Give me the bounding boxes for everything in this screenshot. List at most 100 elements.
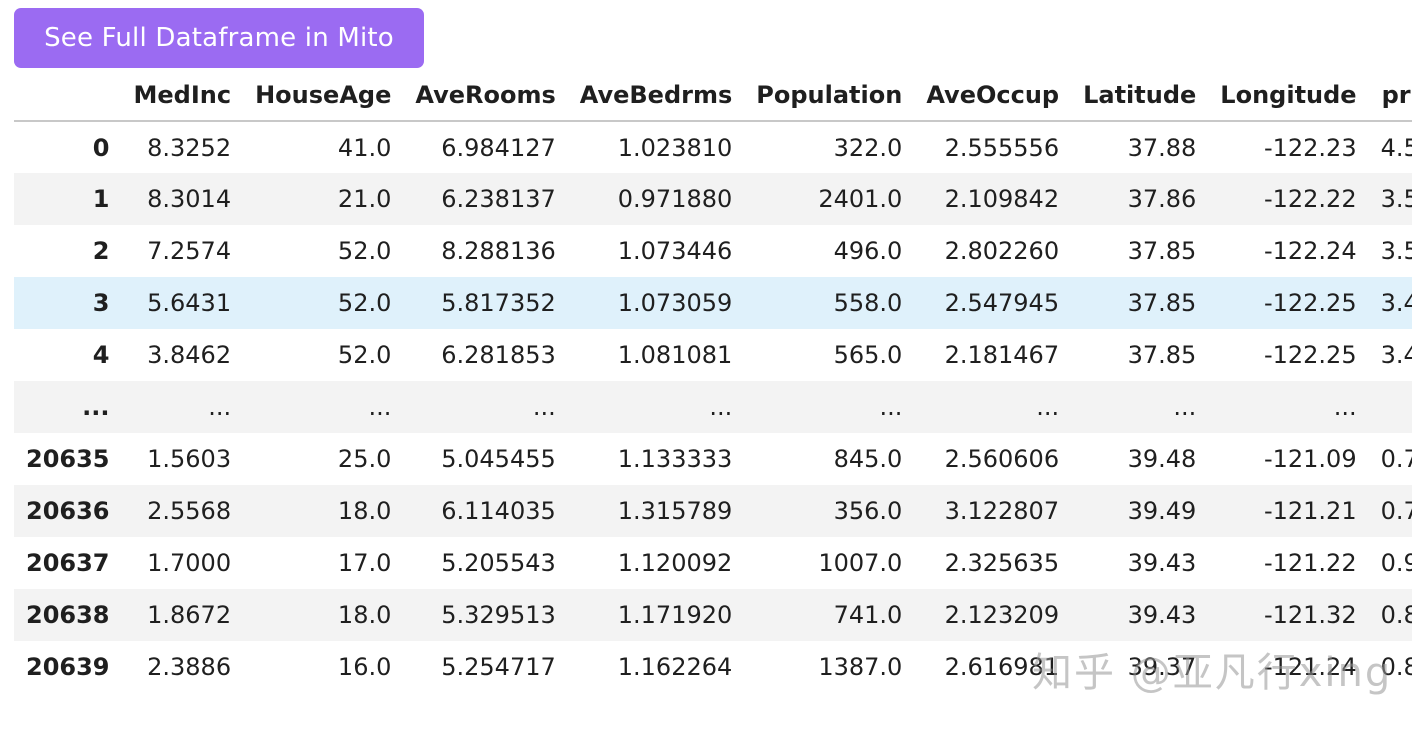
cell-longitude: -121.21 <box>1263 497 1357 525</box>
index-header <box>14 70 122 122</box>
cell-averooms: 6.281853 <box>441 341 556 369</box>
cell-averooms: 5.205543 <box>441 549 556 577</box>
cell-avebedrms: 1.120092 <box>617 549 733 577</box>
cell-avebedrms: 1.133333 <box>617 445 733 473</box>
cell-latitude: 37.85 <box>1127 237 1197 265</box>
table-row: 20635 1.5603 25.0 5.045455 1.133333 845.0 2.56… <box>14 433 1412 485</box>
cell-price: 0.771 <box>1380 497 1412 525</box>
cell-population: 356.0 <box>833 497 903 525</box>
table-row: 1 8.3014 21.0 6.238137 0.971880 2401.0 2.10984… <box>14 173 1412 225</box>
cell-avebedrms: 1.171920 <box>617 601 733 629</box>
cell-longitude: -121.09 <box>1263 445 1357 473</box>
column-header-aveoccup: AveOccup <box>914 70 1072 122</box>
cell-avebedrms: 1.081081 <box>617 341 733 369</box>
table-row: 20636 2.5568 18.0 6.114035 1.315789 356.0 3.12… <box>14 485 1412 537</box>
cell-aveoccup: 2.555556 <box>944 133 1060 162</box>
column-header-longitude: Longitude <box>1208 70 1369 122</box>
column-header-houseage: HouseAge <box>243 70 404 122</box>
cell-avebedrms: 1.073446 <box>617 237 733 265</box>
header-row: MedInc HouseAge AveRooms AveBedrms Popul… <box>14 70 1412 122</box>
cell-price: ... <box>1369 381 1412 433</box>
column-header-averooms: AveRooms <box>403 70 568 122</box>
row-index-cell: 20638 <box>26 601 110 629</box>
cell-aveoccup: 3.122807 <box>944 497 1060 525</box>
cell-avebedrms: ... <box>709 393 733 421</box>
cell-averooms: 6.114035 <box>441 497 556 525</box>
cell-longitude: -122.25 <box>1263 289 1357 317</box>
cell-price: 4.526 <box>1380 133 1412 162</box>
table-row: 4 3.8462 52.0 6.281853 1.081081 565.0 2.181467… <box>14 329 1412 381</box>
cell-houseage: 18.0 <box>337 601 392 629</box>
cell-aveoccup: 2.181467 <box>944 341 1060 369</box>
cell-medinc: 2.3886 <box>147 653 232 681</box>
row-index-cell: 2 <box>92 237 110 265</box>
cell-population: ... <box>879 393 903 421</box>
cell-latitude: 39.43 <box>1127 601 1197 629</box>
cell-population: 565.0 <box>833 341 903 369</box>
row-index-cell: 20637 <box>26 549 110 577</box>
cell-medinc: 1.7000 <box>147 549 232 577</box>
cell-latitude: 39.43 <box>1127 549 1197 577</box>
row-index-cell: 20639 <box>26 653 110 681</box>
cell-aveoccup: 2.547945 <box>944 289 1060 317</box>
row-index-cell: 20635 <box>26 445 110 473</box>
row-index-cell: 4 <box>92 341 110 369</box>
cell-longitude: -122.25 <box>1263 341 1357 369</box>
cell-population: 741.0 <box>833 601 903 629</box>
column-header-latitude: Latitude <box>1071 70 1209 122</box>
cell-averooms: 5.817352 <box>441 289 556 317</box>
cell-price: 3.521 <box>1380 237 1412 265</box>
cell-aveoccup: 2.560606 <box>944 445 1060 473</box>
table-row: 20639 2.3886 16.0 5.254717 1.162264 1387.0 2.6… <box>14 641 1412 693</box>
cell-averooms: ... <box>532 393 556 421</box>
cell-houseage: 17.0 <box>337 549 392 577</box>
cell-medinc: ... <box>208 393 232 421</box>
cell-price: 3.422 <box>1380 341 1412 369</box>
column-header-avebedrms: AveBedrms <box>567 70 745 122</box>
cell-latitude: 39.48 <box>1127 445 1197 473</box>
row-index-cell: 0 <box>92 133 110 162</box>
cell-houseage: 52.0 <box>337 341 392 369</box>
cell-houseage: 41.0 <box>337 133 392 162</box>
cell-latitude: 39.49 <box>1127 497 1197 525</box>
cell-medinc: 1.8672 <box>147 601 232 629</box>
see-full-dataframe-in-mito-button[interactable]: See Full Dataframe in Mito <box>14 8 424 68</box>
cell-latitude: 37.85 <box>1127 289 1197 317</box>
cell-houseage: 16.0 <box>337 653 392 681</box>
cell-averooms: 6.238137 <box>441 185 556 213</box>
column-header-population: Population <box>744 70 915 122</box>
cell-latitude: 37.88 <box>1127 133 1197 162</box>
cell-longitude: -121.24 <box>1263 653 1357 681</box>
cell-medinc: 8.3014 <box>147 185 232 213</box>
cell-medinc: 5.6431 <box>147 289 232 317</box>
cell-price: 0.847 <box>1380 601 1412 629</box>
cell-houseage: 18.0 <box>337 497 392 525</box>
cell-population: 558.0 <box>833 289 903 317</box>
cell-longitude: -122.24 <box>1263 237 1357 265</box>
cell-houseage: 21.0 <box>337 185 392 213</box>
cell-avebedrms: 1.023810 <box>617 133 733 162</box>
cell-aveoccup: 2.109842 <box>944 185 1060 213</box>
cell-averooms: 6.984127 <box>441 133 556 162</box>
cell-latitude: ... <box>1173 393 1197 421</box>
cell-latitude: 39.37 <box>1127 653 1197 681</box>
cell-avebedrms: 0.971880 <box>617 185 733 213</box>
table-row: 20638 1.8672 18.0 5.329513 1.171920 741.0 2.12… <box>14 589 1412 641</box>
cell-population: 322.0 <box>833 133 903 162</box>
cell-price: 0.781 <box>1380 445 1412 473</box>
cell-latitude: 37.86 <box>1127 185 1197 213</box>
cell-medinc: 2.5568 <box>147 497 232 525</box>
table-row: 3 5.6431 52.0 5.817352 1.073059 558.0 2.547945… <box>14 277 1412 329</box>
cell-averooms: 5.329513 <box>441 601 556 629</box>
row-index-cell: ... <box>82 393 110 421</box>
cell-price: 3.585 <box>1380 185 1412 213</box>
cell-longitude: -122.22 <box>1263 185 1357 213</box>
cell-latitude: 37.85 <box>1127 341 1197 369</box>
cell-population: 2401.0 <box>818 185 903 213</box>
cell-longitude: -121.22 <box>1263 549 1357 577</box>
cell-longitude: -121.32 <box>1263 601 1357 629</box>
cell-avebedrms: 1.073059 <box>617 289 733 317</box>
cell-longitude: -122.23 <box>1263 133 1357 162</box>
column-header-medinc: MedInc <box>121 70 244 122</box>
cell-longitude: ... <box>1333 393 1357 421</box>
